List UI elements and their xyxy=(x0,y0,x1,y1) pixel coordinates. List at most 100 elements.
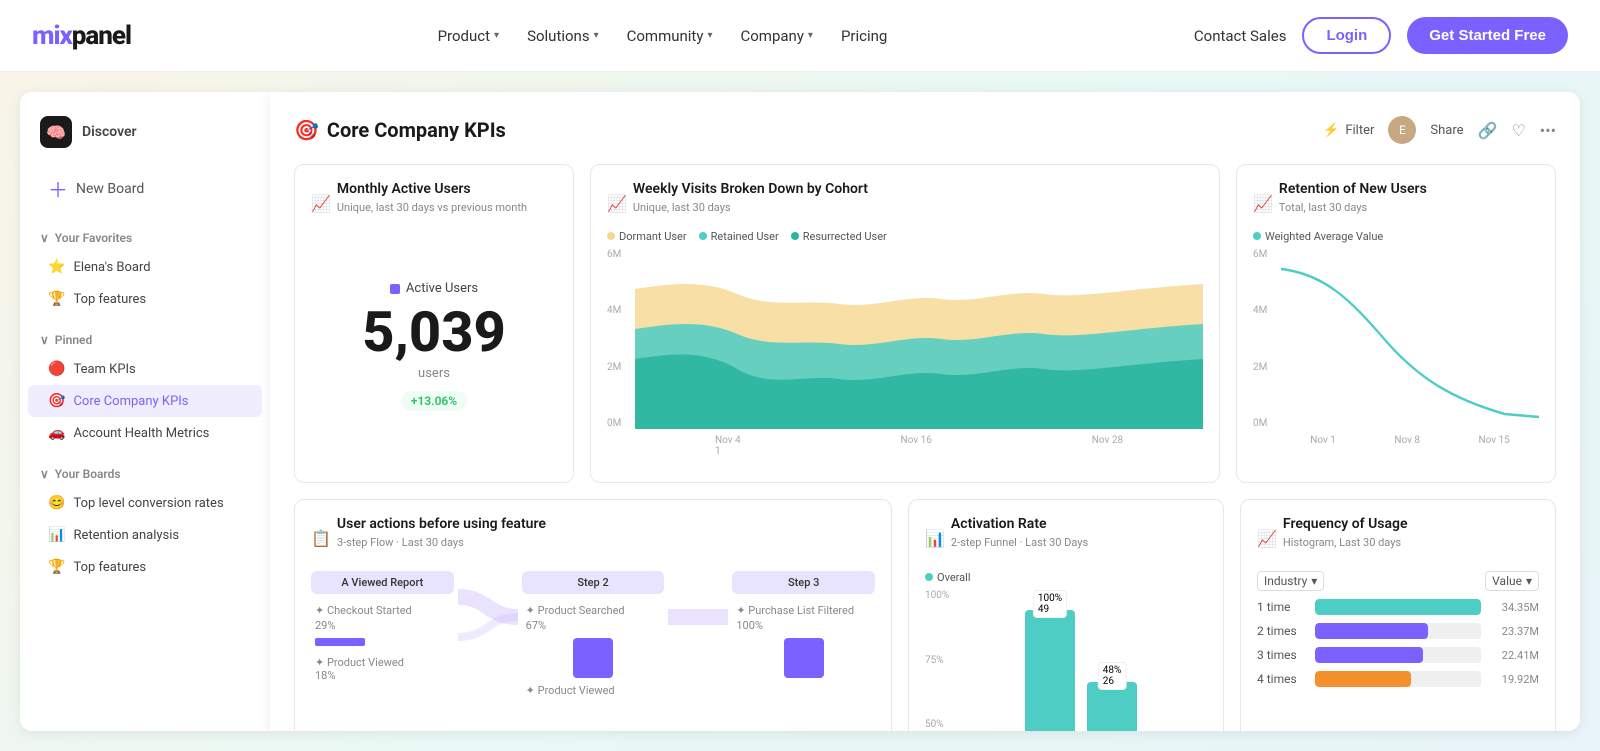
pinned-header[interactable]: ∨ Pinned xyxy=(20,327,270,353)
flow-arrow-1 xyxy=(458,577,518,657)
board-title: 🎯 Core Company KPIs xyxy=(294,118,506,142)
smile-icon: 😊 xyxy=(48,495,65,511)
legend-weighted: Weighted Average Value xyxy=(1253,230,1383,243)
freq-label-2: 2 times xyxy=(1257,624,1307,638)
bar1-container: 100% 49 xyxy=(1025,610,1075,731)
sidebar: 🧠 Discover ＋ New Board ∨ Your Favorites … xyxy=(20,92,270,731)
more-icon[interactable]: ••• xyxy=(1540,121,1556,140)
freq-row-4: 4 times 19.92M xyxy=(1257,671,1539,687)
frequency-bars: 1 time 34.35M 2 times 23.37M xyxy=(1257,599,1539,687)
sidebar-item-core-kpis[interactable]: 🎯 Core Company KPIs xyxy=(28,385,262,417)
sidebar-item-account-health[interactable]: 🚗 Account Health Metrics xyxy=(20,417,270,449)
link-icon[interactable]: 🔗 xyxy=(1478,121,1498,140)
bar-chart: 100% 49 48% 26 xyxy=(1025,610,1137,731)
avatar: E xyxy=(1388,116,1416,144)
freq-label-3: 3 times xyxy=(1257,648,1307,662)
chart-legend: Dormant User Retained User Resurrected U… xyxy=(607,230,1203,243)
sidebar-item-top-features-fav[interactable]: 🏆 Top features xyxy=(20,283,270,315)
chevron-down-icon: ▾ xyxy=(1311,574,1317,588)
logo: mixpanel xyxy=(32,21,131,51)
trophy-icon: 🏆 xyxy=(48,559,65,575)
filter-button[interactable]: ⚡ Filter xyxy=(1323,123,1374,138)
nav-solutions[interactable]: Solutions ▾ xyxy=(527,27,599,45)
step1-row2: ✦ Product Viewed xyxy=(315,656,450,669)
freq-label-4: 4 times xyxy=(1257,672,1307,686)
step2-items: ✦ Product Searched 67% ✦ Product Viewed xyxy=(522,604,665,697)
sidebar-item-retention[interactable]: 📊 Retention analysis xyxy=(20,519,270,551)
card2-title: Weekly Visits Broken Down by Cohort xyxy=(633,181,868,197)
freq-val-3: 22.41M xyxy=(1489,649,1539,662)
step2-icon: ✦ Product Searched xyxy=(526,604,661,617)
card2-subtitle: Unique, last 30 days xyxy=(633,201,868,214)
freq-bar-wrap-3 xyxy=(1315,647,1481,663)
chevron-down-icon: ∨ xyxy=(40,467,49,481)
share-button[interactable]: Share xyxy=(1430,123,1463,138)
card-retention: 📈 Retention of New Users Total, last 30 … xyxy=(1236,164,1556,483)
step1-header: A Viewed Report xyxy=(311,571,454,594)
nav-company[interactable]: Company ▾ xyxy=(740,27,812,45)
heart-icon[interactable]: ♡ xyxy=(1511,121,1525,140)
freq-bar-wrap-1 xyxy=(1315,599,1481,615)
board-header: 🎯 Core Company KPIs ⚡ Filter E Share 🔗 ♡… xyxy=(294,116,1556,144)
cohort-svg xyxy=(635,249,1203,429)
chevron-down-icon: ▾ xyxy=(808,30,813,41)
legend-retained: Retained User xyxy=(699,230,779,243)
step2-bar xyxy=(573,638,613,678)
freq-bar-wrap-2 xyxy=(1315,623,1481,639)
nav-product[interactable]: Product ▾ xyxy=(438,27,499,45)
favorites-section: ∨ Your Favorites ⭐ Elena's Board 🏆 Top f… xyxy=(20,225,270,315)
main-content: 🎯 Core Company KPIs ⚡ Filter E Share 🔗 ♡… xyxy=(270,92,1580,731)
frequency-headers: Industry ▾ Value ▾ xyxy=(1257,571,1539,591)
contact-sales-link[interactable]: Contact Sales xyxy=(1194,27,1287,45)
star-icon: ⭐ xyxy=(48,259,65,275)
legend-dormant: Dormant User xyxy=(607,230,687,243)
signup-button[interactable]: Get Started Free xyxy=(1407,17,1568,54)
card-weekly-visits: 📈 Weekly Visits Broken Down by Cohort Un… xyxy=(590,164,1220,483)
login-button[interactable]: Login xyxy=(1302,17,1391,54)
new-board-button[interactable]: ＋ New Board xyxy=(28,164,262,213)
step3-icon: ✦ Purchase List Filtered xyxy=(736,604,871,617)
card5-title: Activation Rate xyxy=(951,516,1088,532)
step3-items: ✦ Purchase List Filtered 100% xyxy=(732,604,875,678)
chevron-down-icon: ∨ xyxy=(40,231,49,245)
red-circle-icon: 🔴 xyxy=(48,361,65,377)
step3-header: Step 3 xyxy=(732,571,875,594)
sidebar-item-conversion-rates[interactable]: 😊 Top level conversion rates xyxy=(20,487,270,519)
nav-pricing[interactable]: Pricing xyxy=(841,27,887,45)
sidebar-item-top-features[interactable]: 🏆 Top features xyxy=(20,551,270,583)
step2-header: Step 2 xyxy=(522,571,665,594)
step1-row2-pct: 18% xyxy=(315,669,450,682)
navbar-actions: Contact Sales Login Get Started Free xyxy=(1194,17,1568,54)
nav-community[interactable]: Community ▾ xyxy=(627,27,713,45)
card1-title: Monthly Active Users xyxy=(337,181,527,197)
card6-subtitle: Histogram, Last 30 days xyxy=(1283,536,1408,549)
boards-section: ∨ Your Boards 😊 Top level conversion rat… xyxy=(20,461,270,583)
activation-chart: 100% 75% 50% 100% 49 xyxy=(925,590,1207,731)
pinned-section: ∨ Pinned 🔴 Team KPIs 🎯 Core Company KPIs… xyxy=(20,327,270,449)
industry-dropdown[interactable]: Industry ▾ xyxy=(1257,571,1324,591)
freq-row-1: 1 time 34.35M xyxy=(1257,599,1539,615)
boards-header[interactable]: ∨ Your Boards xyxy=(20,461,270,487)
card3-subtitle: Total, last 30 days xyxy=(1279,201,1427,214)
chart-icon: 📈 xyxy=(1253,194,1273,213)
sidebar-item-team-kpis[interactable]: 🔴 Team KPIs xyxy=(20,353,270,385)
chevron-down-icon: ∨ xyxy=(40,333,49,347)
bar2-tooltip: 48% 26 xyxy=(1098,662,1127,690)
metric-value: 5,039 xyxy=(362,304,506,360)
trophy-icon: 🏆 xyxy=(48,291,65,307)
favorites-header[interactable]: ∨ Your Favorites xyxy=(20,225,270,251)
step1-pct: 29% xyxy=(315,619,450,632)
step1-icon: ✦ Checkout Started xyxy=(315,604,450,617)
chevron-down-icon: ▾ xyxy=(707,30,712,41)
freq-bar-2 xyxy=(1315,623,1428,639)
step3-bar xyxy=(784,638,824,678)
value-dropdown[interactable]: Value ▾ xyxy=(1485,571,1539,591)
freq-row-2: 2 times 23.37M xyxy=(1257,623,1539,639)
frequency-icon: 📈 xyxy=(1257,529,1277,548)
chevron-down-icon: ▾ xyxy=(1526,574,1532,588)
step1-bar xyxy=(315,638,365,646)
card4-subtitle: 3-step Flow · Last 30 days xyxy=(337,536,546,549)
funnel-step-3: Step 3 ✦ Purchase List Filtered 100% xyxy=(732,571,875,684)
sidebar-item-elenas-board[interactable]: ⭐ Elena's Board xyxy=(20,251,270,283)
freq-val-2: 23.37M xyxy=(1489,625,1539,638)
